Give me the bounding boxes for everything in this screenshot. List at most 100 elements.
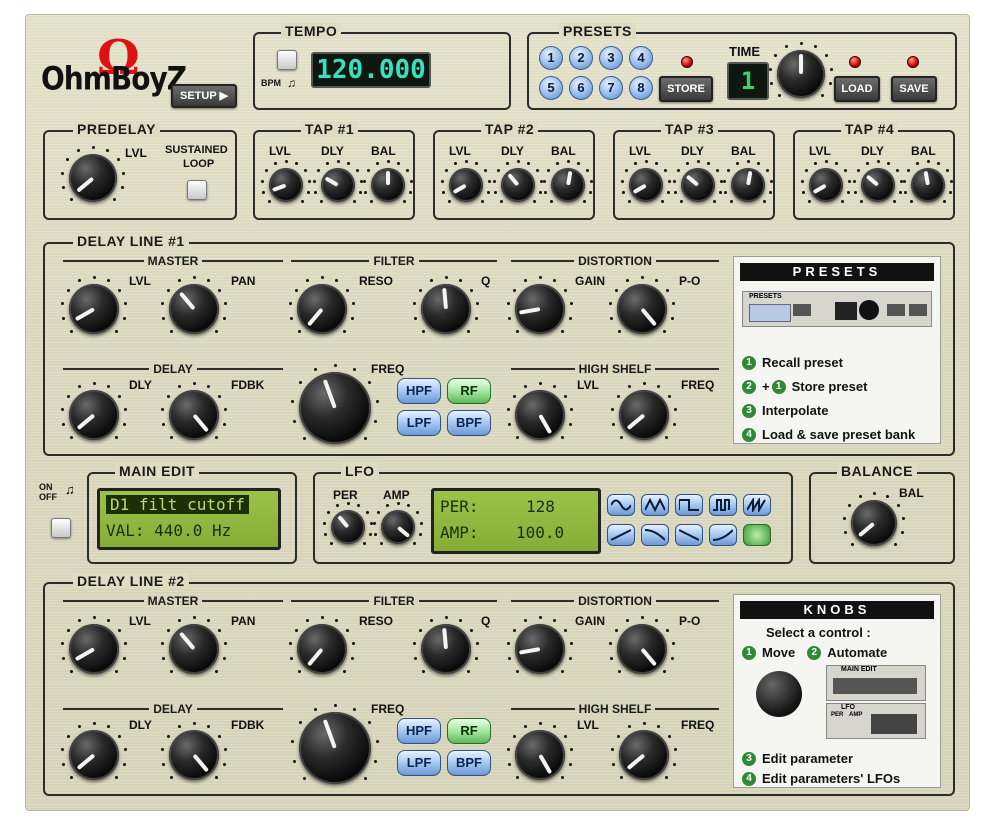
- delay-line-1-hs-freq-knob[interactable]: [619, 390, 669, 440]
- preset-button-6[interactable]: 6: [569, 76, 593, 100]
- delay-line-2-hpf-button[interactable]: HPF: [397, 718, 441, 744]
- delay-line-2-dist-po-knob[interactable]: [617, 624, 667, 674]
- knob-tick: [224, 748, 228, 752]
- knob-tick: [69, 776, 73, 780]
- knob-tick: [625, 169, 629, 173]
- knob-pointer: [76, 176, 95, 193]
- delay-line-2-lpf-button[interactable]: LPF: [397, 750, 441, 776]
- delay-line-2-hs-freq-knob[interactable]: [619, 730, 669, 780]
- delay-line-2-delay-fdbk-knob[interactable]: [169, 730, 219, 780]
- preset-button-5[interactable]: 5: [539, 76, 563, 100]
- delay-line-2-master-lvl-knob[interactable]: [69, 624, 119, 674]
- delay-line-1-master-pan-knob[interactable]: [169, 284, 219, 334]
- lfo-wave-square-button[interactable]: [675, 494, 703, 516]
- delay-line-1-lpf-button[interactable]: LPF: [397, 410, 441, 436]
- delay-line-2-bpf-button[interactable]: BPF: [447, 750, 491, 776]
- knob-tick: [915, 162, 919, 166]
- knob-tick: [612, 763, 616, 767]
- tap-1-dly-label: DLY: [321, 144, 344, 158]
- tap-4-dly-knob[interactable]: [861, 168, 895, 202]
- delay-line-1-bpf-button[interactable]: BPF: [447, 410, 491, 436]
- knob-tick: [107, 618, 111, 622]
- delay-line-2-rf-button[interactable]: RF: [447, 718, 491, 744]
- delay-line-2-master-pan-knob[interactable]: [169, 624, 219, 674]
- knob-tick: [488, 179, 492, 183]
- knob-tick: [363, 436, 367, 440]
- delay-line-2-dist-gain-knob[interactable]: [515, 624, 565, 674]
- lfo-wave-ramp-down-button[interactable]: [675, 524, 703, 546]
- time-knob[interactable]: [777, 50, 825, 98]
- knob-tick: [267, 200, 271, 204]
- knob-tick: [801, 190, 805, 194]
- tap-2-dly-knob[interactable]: [501, 168, 535, 202]
- delay-line-1-filter-freq-knob[interactable]: [299, 372, 371, 444]
- delay-line-2-hs-lvl-knob[interactable]: [515, 730, 565, 780]
- preset-button-8[interactable]: 8: [629, 76, 653, 100]
- tap-2-bal-knob[interactable]: [551, 168, 585, 202]
- tap-4-bal-knob[interactable]: [911, 168, 945, 202]
- tap-4-lvl-knob[interactable]: [809, 168, 843, 202]
- knob-tick: [305, 278, 309, 282]
- knob-tick: [303, 436, 307, 440]
- lfo-onoff-switch[interactable]: [51, 518, 71, 538]
- tap-1-lvl-knob[interactable]: [269, 168, 303, 202]
- delay-line-2-filter-q-knob[interactable]: [421, 624, 471, 674]
- knob-tick: [359, 190, 363, 194]
- lfo-wave-ramp-curve-button[interactable]: [641, 524, 669, 546]
- delay-line-2-delay-dly-knob[interactable]: [69, 730, 119, 780]
- delay-line-1-dist-gain-knob[interactable]: [515, 284, 565, 334]
- knob-tick: [335, 504, 339, 508]
- lfo-per-knob[interactable]: [331, 510, 365, 544]
- delay-line-1-master-lvl-knob[interactable]: [69, 284, 119, 334]
- store-button[interactable]: STORE: [659, 76, 713, 102]
- knob-tick: [763, 200, 767, 204]
- knob-tick: [672, 423, 676, 427]
- tempo-sync-switch[interactable]: [277, 50, 297, 70]
- delay-line-1-hs-lvl-knob[interactable]: [515, 390, 565, 440]
- predelay-section: PREDELAY LVL SUSTAINED LOOP: [43, 121, 237, 220]
- lfo-wave-ramp-soft-button[interactable]: [709, 524, 737, 546]
- lfo-wave-sawtooth-noise-button[interactable]: [743, 494, 771, 516]
- preset-button-4[interactable]: 4: [629, 46, 653, 70]
- delay-line-1-filter-reso-knob[interactable]: [297, 284, 347, 334]
- delay-line-1-dist-po-knob[interactable]: [617, 284, 667, 334]
- tap-3-lvl-knob[interactable]: [629, 168, 663, 202]
- tempo-display[interactable]: 120.000: [311, 52, 431, 88]
- save-button[interactable]: SAVE: [891, 76, 937, 102]
- knob-tick: [69, 670, 73, 674]
- load-button[interactable]: LOAD: [834, 76, 880, 102]
- lfo-amp-knob[interactable]: [381, 510, 415, 544]
- preset-button-1[interactable]: 1: [539, 46, 563, 70]
- predelay-lvl-knob[interactable]: [69, 154, 117, 202]
- lfo-wave-random-button[interactable]: [743, 524, 771, 546]
- knob-tick: [419, 532, 423, 536]
- delay-line-1-delay-fdbk-knob[interactable]: [169, 390, 219, 440]
- lfo-display[interactable]: PER: 128 AMP: 100.0: [431, 488, 601, 554]
- preset-button-3[interactable]: 3: [599, 46, 623, 70]
- balance-knob[interactable]: [851, 500, 897, 546]
- tap-1-dly-knob[interactable]: [321, 168, 355, 202]
- tap-2-lvl-knob[interactable]: [449, 168, 483, 202]
- knob-tick: [308, 179, 312, 183]
- preset-button-2[interactable]: 2: [569, 46, 593, 70]
- lfo-wave-sine-button[interactable]: [607, 494, 635, 516]
- knob-tick: [297, 670, 301, 674]
- delay-line-2-filter-reso-knob[interactable]: [297, 624, 347, 674]
- main-edit-display[interactable]: D1 filt cutoff VAL: 440.0 Hz: [97, 488, 281, 550]
- sustained-loop-switch[interactable]: [187, 180, 207, 200]
- preset-button-7[interactable]: 7: [599, 76, 623, 100]
- tap-3-bal-knob[interactable]: [731, 168, 765, 202]
- delay-line-1-rf-button[interactable]: RF: [447, 378, 491, 404]
- lfo-wave-pulse-button[interactable]: [709, 494, 737, 516]
- delay-line-2-high-shelf-header: HIGH SHELF: [511, 702, 719, 716]
- delay-line-1-hpf-button[interactable]: HPF: [397, 378, 441, 404]
- tap-3-lvl-label: LVL: [629, 144, 651, 158]
- lfo-wave-ramp-up-button[interactable]: [607, 524, 635, 546]
- delay-line-2-filter-freq-knob[interactable]: [299, 712, 371, 784]
- tap-3-dly-knob[interactable]: [681, 168, 715, 202]
- delay-line-1-delay-dly-knob[interactable]: [69, 390, 119, 440]
- delay-line-1-filter-q-knob[interactable]: [421, 284, 471, 334]
- setup-button[interactable]: SETUP ▶: [171, 84, 237, 108]
- lfo-wave-triangle-button[interactable]: [641, 494, 669, 516]
- tap-1-bal-knob[interactable]: [371, 168, 405, 202]
